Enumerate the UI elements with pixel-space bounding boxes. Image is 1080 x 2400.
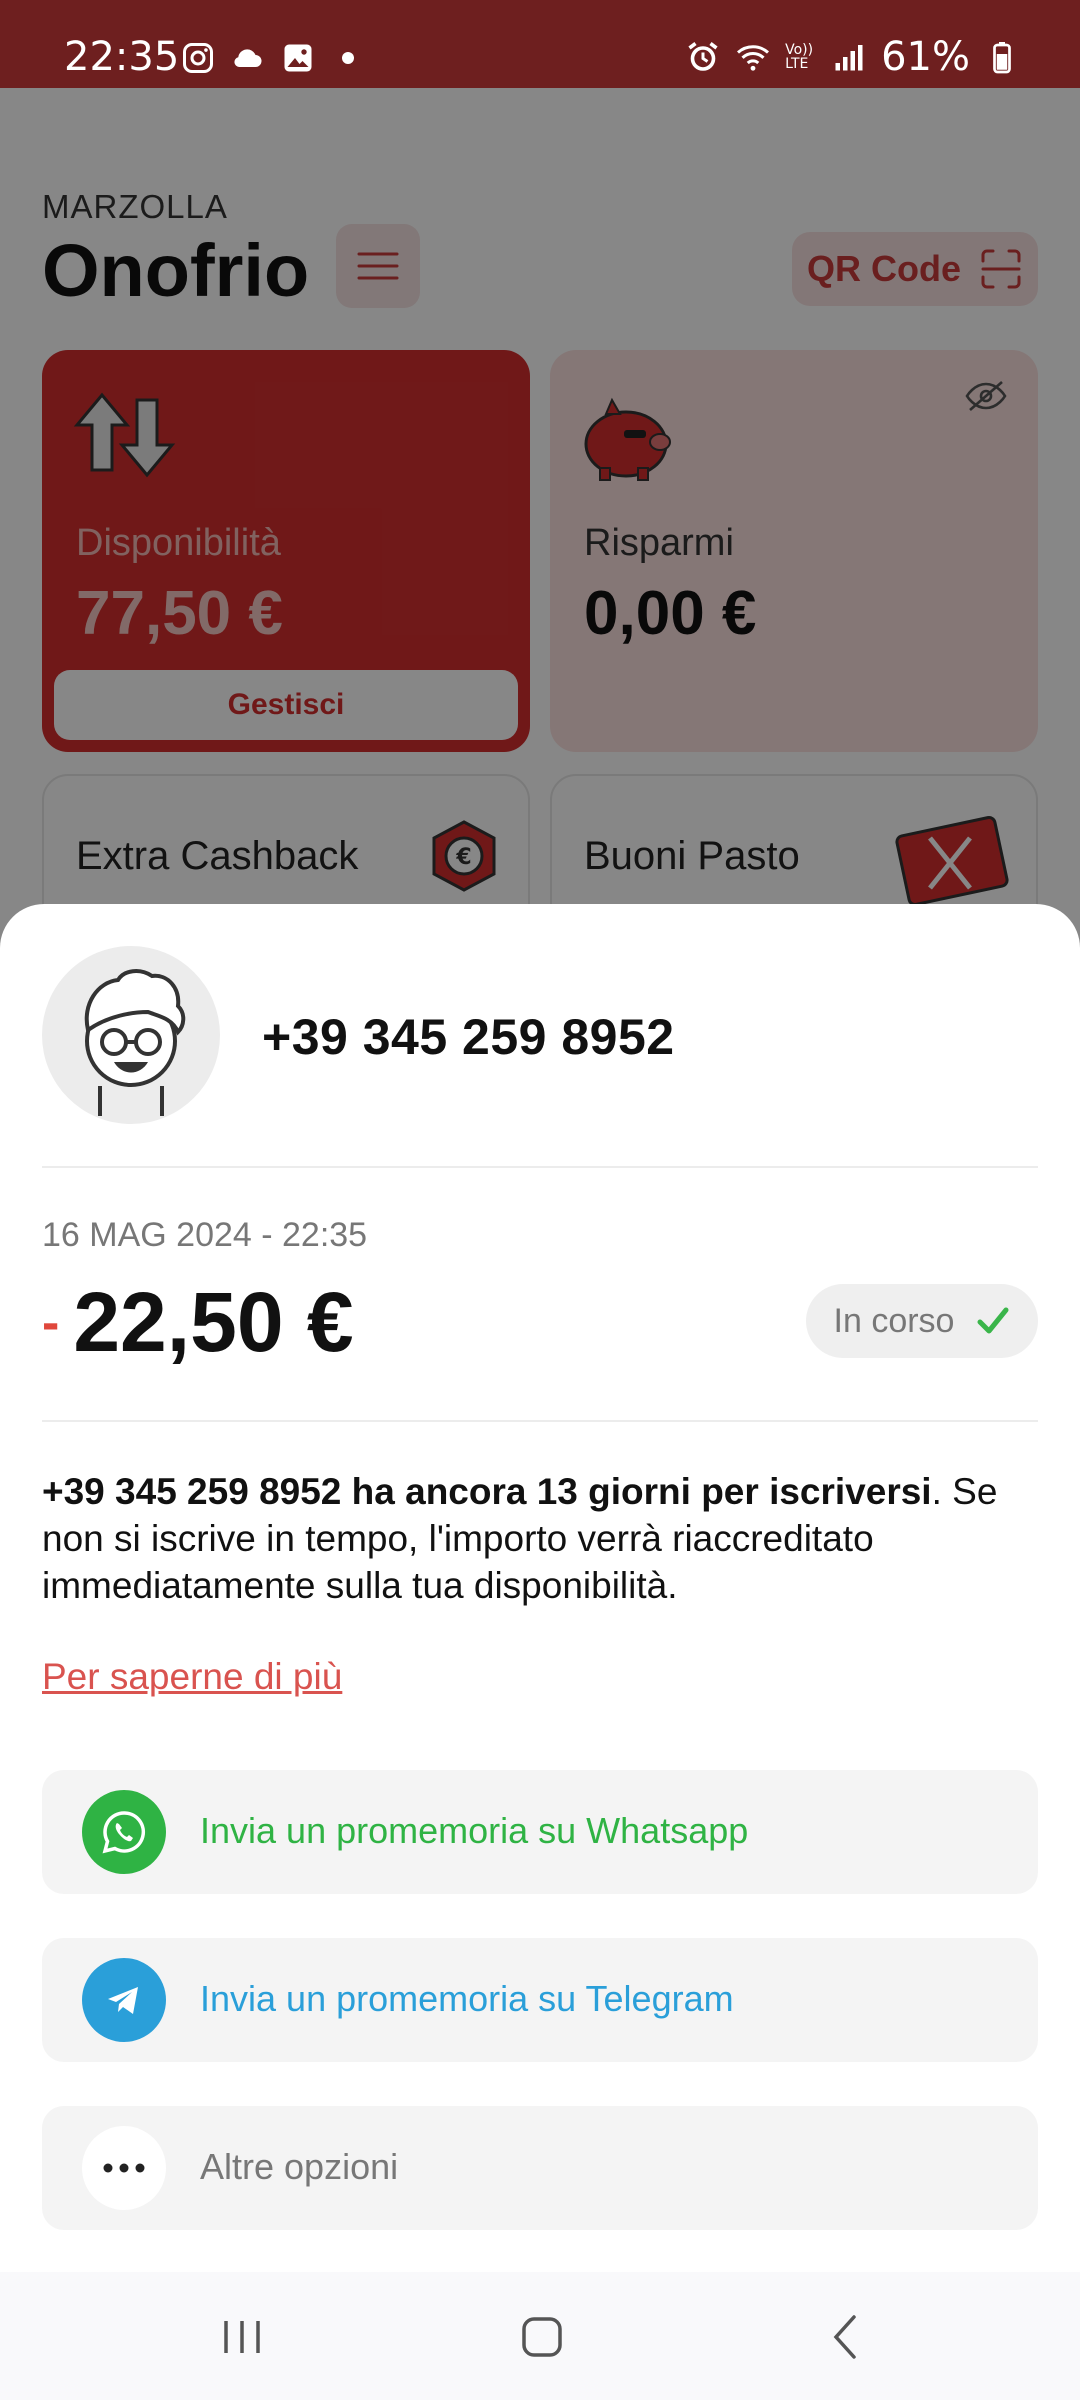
check-icon — [977, 1307, 1009, 1334]
recipient-phone: +39 345 259 8952 — [262, 1009, 675, 1065]
cloud-icon — [234, 49, 262, 67]
signal-icon — [835, 45, 863, 71]
enrollment-info: +39 345 259 8952 ha ancora 13 giorni per… — [42, 1468, 1038, 1609]
whatsapp-reminder-button[interactable]: Invia un promemoria su Whatsapp — [42, 1770, 1038, 1894]
amount-value: 22,50 € — [73, 1275, 354, 1369]
battery-icon — [993, 42, 1011, 74]
avatar — [42, 946, 220, 1124]
recent-apps-icon — [224, 2321, 260, 2353]
home-button[interactable] — [512, 2312, 572, 2362]
telegram-icon — [82, 1958, 166, 2042]
whatsapp-reminder-label: Invia un promemoria su Whatsapp — [200, 1810, 749, 1851]
divider — [42, 1166, 1038, 1168]
telegram-reminder-button[interactable]: Invia un promemoria su Telegram — [42, 1938, 1038, 2062]
back-icon — [833, 2315, 856, 2359]
status-badge: In corso — [806, 1284, 1038, 1358]
divider — [42, 1420, 1038, 1422]
wifi-icon — [737, 45, 770, 71]
recent-apps-button[interactable] — [212, 2312, 272, 2362]
whatsapp-icon — [82, 1790, 166, 1874]
more-icon — [82, 2126, 166, 2210]
instagram-icon — [183, 43, 213, 73]
more-options-label: Altre opzioni — [200, 2146, 399, 2187]
home-icon — [522, 2317, 562, 2357]
battery-percentage: 61% — [881, 34, 970, 80]
status-bar: 22:35 Vo)) LTE 61% — [0, 0, 1080, 88]
learn-more-link[interactable]: Per saperne di più — [42, 1656, 342, 1698]
dot-icon — [342, 52, 354, 64]
gallery-icon — [284, 44, 312, 72]
info-highlight: +39 345 259 8952 ha ancora 13 giorni per… — [42, 1471, 932, 1512]
status-label: In corso — [833, 1301, 955, 1340]
more-options-button[interactable]: Altre opzioni — [42, 2106, 1038, 2230]
amount-sign: - — [42, 1293, 60, 1352]
system-navigation-bar — [0, 2272, 1080, 2400]
status-time: 22:35 — [64, 34, 180, 80]
transaction-date: 16 MAG 2024 - 22:35 — [42, 1216, 368, 1254]
alarm-icon — [688, 42, 718, 71]
volte-icon: Vo)) LTE — [785, 42, 814, 72]
back-button[interactable] — [816, 2312, 876, 2362]
transaction-detail-sheet: +39 345 259 8952 16 MAG 2024 - 22:35 - 2… — [0, 904, 1080, 2272]
telegram-reminder-label: Invia un promemoria su Telegram — [200, 1978, 734, 2019]
transaction-amount: - 22,50 € — [42, 1274, 354, 1371]
user-avatar-icon — [84, 969, 186, 1116]
